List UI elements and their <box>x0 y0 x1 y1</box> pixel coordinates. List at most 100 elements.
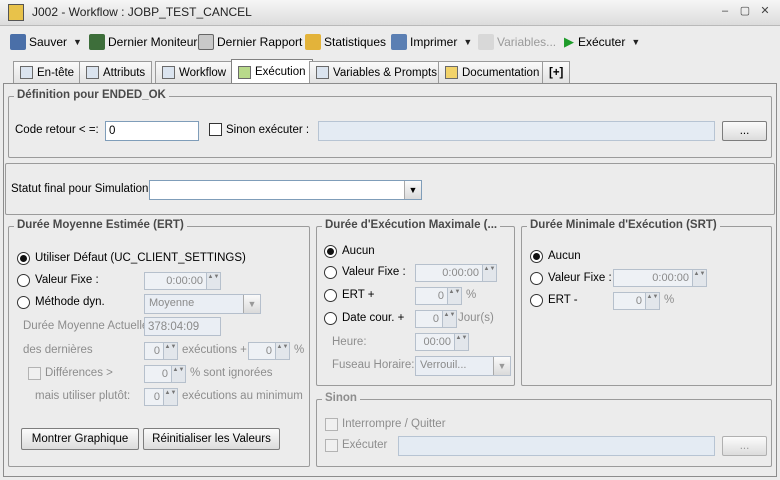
spinner-arrows-icon[interactable]: ▲▼ <box>163 343 177 359</box>
srt-fixed-radio[interactable] <box>530 272 543 285</box>
mrt-date-radio[interactable] <box>324 312 337 325</box>
execute-dropdown-icon[interactable]: ▼ <box>631 37 640 47</box>
mrt-title: Durée d'Exécution Maximale (... <box>322 219 501 231</box>
mrt-date-spinner[interactable]: 0 ▲▼ <box>415 310 457 328</box>
ert-percent-spinner[interactable]: 0 ▲▼ <box>248 342 290 360</box>
chart-icon <box>305 34 321 50</box>
reset-values-button[interactable]: Réinitialiser les Valeurs <box>143 428 280 450</box>
workflow-icon <box>162 66 175 79</box>
close-icon[interactable]: ✕ <box>758 5 772 19</box>
ert-last-label: des dernières <box>23 344 93 356</box>
ert-fixed-radio[interactable] <box>17 274 30 287</box>
simulation-label: Statut final pour Simulation: <box>11 183 152 195</box>
spinner-arrows-icon[interactable]: ▲▼ <box>171 366 185 382</box>
mrt-ert-spinner[interactable]: 0 ▲▼ <box>415 287 462 305</box>
interrupt-label: Interrompre / Quitter <box>342 418 446 430</box>
ert-differences-checkbox[interactable] <box>28 367 41 380</box>
spinner-arrows-icon[interactable]: ▲▼ <box>163 389 177 405</box>
ert-exec-plus-label: exécutions + <box>182 344 247 356</box>
ert-default-radio[interactable] <box>17 252 30 265</box>
srt-ert-radio[interactable] <box>530 294 543 307</box>
spinner-arrows-icon[interactable]: ▲▼ <box>275 343 289 359</box>
ert-ignored-label: % sont ignorées <box>190 367 273 379</box>
ert-default-label: Utiliser Défaut (UC_CLIENT_SETTINGS) <box>35 252 246 264</box>
spinner-arrows-icon[interactable]: ▲▼ <box>482 265 496 281</box>
else-execute-input-2[interactable] <box>398 436 715 456</box>
save-dropdown-icon[interactable]: ▼ <box>73 37 82 47</box>
srt-none-radio[interactable] <box>530 250 543 263</box>
ert-dynamic-radio[interactable] <box>17 296 30 309</box>
mrt-percent-sign: % <box>466 289 477 301</box>
mrt-timezone-label: Fuseau Horaire: <box>332 359 415 371</box>
monitor-icon <box>89 34 105 50</box>
srt-ert-label: ERT - <box>548 294 578 306</box>
save-button[interactable]: Sauver ▼ <box>10 31 82 53</box>
mrt-fixed-spinner[interactable]: 0:00:00 ▲▼ <box>415 264 497 282</box>
mrt-none-radio[interactable] <box>324 245 337 258</box>
spinner-arrows-icon[interactable]: ▲▼ <box>206 273 220 289</box>
else-execute-input[interactable] <box>318 121 715 141</box>
ert-title: Durée Moyenne Estimée (ERT) <box>14 219 187 231</box>
ert-dynamic-method-select[interactable]: Moyenne ▼ <box>144 294 261 314</box>
mrt-hour-label: Heure: <box>332 336 367 348</box>
else-group <box>316 399 772 467</box>
minimize-icon[interactable]: – <box>718 5 732 19</box>
maximize-icon[interactable]: ▢ <box>738 5 752 19</box>
header-icon <box>20 66 33 79</box>
return-code-input[interactable] <box>105 121 199 141</box>
ert-dynamic-label: Méthode dyn. <box>35 296 105 308</box>
mrt-hour-spinner[interactable]: 00:00 ▲▼ <box>415 333 469 351</box>
tab-documentation[interactable]: Documentation <box>438 61 547 83</box>
mrt-fixed-radio[interactable] <box>324 266 337 279</box>
last-report-button[interactable]: Dernier Rapport <box>198 31 302 53</box>
definition-title: Définition pour ENDED_OK <box>14 89 169 101</box>
spinner-arrows-icon[interactable]: ▲▼ <box>692 270 706 286</box>
print-dropdown-icon[interactable]: ▼ <box>463 37 472 47</box>
else-browse-button[interactable]: ... <box>722 436 767 456</box>
ert-fixed-spinner[interactable]: 0:00:00 ▲▼ <box>144 272 221 290</box>
spinner-arrows-icon[interactable]: ▲▼ <box>447 288 461 304</box>
mrt-days-label: Jour(s) <box>458 312 494 324</box>
else-execute-checkbox[interactable] <box>209 123 222 136</box>
save-icon <box>10 34 26 50</box>
tab-execution[interactable]: Exécution <box>231 59 313 84</box>
interrupt-checkbox[interactable] <box>325 418 338 431</box>
variables-icon <box>316 66 329 79</box>
execute-button[interactable]: ▶ Exécuter ▼ <box>564 31 640 53</box>
mrt-timezone-select[interactable]: Verrouil... ▼ <box>415 356 511 376</box>
attributes-icon <box>86 66 99 79</box>
ert-differences-label: Différences > <box>45 367 113 379</box>
last-monitor-button[interactable]: Dernier Moniteur <box>89 31 197 53</box>
title-bar: J002 - Workflow : JOBP_TEST_CANCEL – ▢ ✕ <box>0 0 780 26</box>
mrt-ert-radio[interactable] <box>324 289 337 302</box>
srt-percent-sign: % <box>664 294 675 306</box>
tab-header[interactable]: En-tête <box>13 61 82 83</box>
tab-workflow[interactable]: Workflow <box>155 61 234 83</box>
tab-add[interactable]: [+] <box>542 61 571 83</box>
else-execute-label: Sinon exécuter : <box>226 124 310 136</box>
ert-current-value <box>144 317 221 336</box>
tab-variables-prompts[interactable]: Variables & Prompts <box>309 61 444 83</box>
ert-instead-spinner[interactable]: 0 ▲▼ <box>144 388 178 406</box>
print-button[interactable]: Imprimer ▼ <box>391 31 472 53</box>
spinner-arrows-icon[interactable]: ▲▼ <box>454 334 468 350</box>
browse-button[interactable]: ... <box>722 121 767 141</box>
srt-fixed-label: Valeur Fixe : <box>548 272 612 284</box>
else-execute-checkbox-2[interactable] <box>325 439 338 452</box>
ert-differences-spinner[interactable]: 0 ▲▼ <box>144 365 186 383</box>
ert-last-spinner[interactable]: 0 ▲▼ <box>144 342 178 360</box>
return-code-label: Code retour < =: <box>15 124 99 136</box>
statistics-button[interactable]: Statistiques <box>305 31 386 53</box>
mrt-fixed-label: Valeur Fixe : <box>342 266 406 278</box>
spinner-arrows-icon[interactable]: ▲▼ <box>442 311 456 327</box>
variables-button[interactable]: Variables... <box>478 31 556 53</box>
show-chart-button[interactable]: Montrer Graphique <box>21 428 139 450</box>
spinner-arrows-icon[interactable]: ▲▼ <box>645 293 659 309</box>
srt-none-label: Aucun <box>548 250 581 262</box>
simulation-status-select[interactable]: ▼ <box>149 180 422 200</box>
srt-fixed-spinner[interactable]: 0:00:00 ▲▼ <box>613 269 707 287</box>
chevron-down-icon: ▼ <box>404 181 421 199</box>
srt-ert-spinner[interactable]: 0 ▲▼ <box>613 292 660 310</box>
tab-attributes[interactable]: Attributs <box>79 61 153 83</box>
else-title: Sinon <box>322 392 360 404</box>
